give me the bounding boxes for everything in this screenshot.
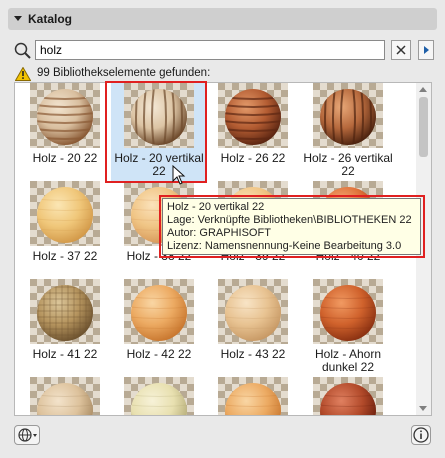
library-item-label: Holz - 20 22 [32,151,98,165]
library-item[interactable]: Holz - 42 22 [111,279,207,377]
material-thumbnail [313,377,383,415]
library-item-label: Holz - 43 22 [220,347,286,361]
material-thumbnail [313,279,383,344]
globe-icon [18,428,37,442]
results-count-text: 99 Bibliothekselemente gefunden: [37,67,211,79]
warning-icon [15,67,31,81]
scrollbar-thumb[interactable] [419,97,428,157]
library-item-label: Holz - 37 22 [32,249,98,263]
play-icon [424,46,429,54]
close-icon [396,45,406,55]
material-thumbnail [218,279,288,344]
material-thumbnail [313,83,383,148]
magnifier-icon [14,42,31,59]
library-item-label: Holz - Ahorn dunkel 22 [314,347,382,374]
library-item[interactable] [17,377,113,415]
library-item[interactable]: Holz - 20 22 [17,83,113,181]
panel-title: Katalog [28,12,73,26]
scroll-up-arrow-icon[interactable] [419,87,427,92]
library-item-label: Holz - 26 22 [220,151,286,165]
library-item[interactable] [205,377,301,415]
library-item[interactable] [111,377,207,415]
material-thumbnail [30,181,100,246]
library-item-label: Holz - 26 vertikal 22 [303,151,393,178]
library-item[interactable]: Holz - Ahorn dunkel 22 [300,279,396,377]
selected-item-highlight [105,81,207,183]
play-button[interactable] [418,40,434,60]
library-item-label: Holz - 42 22 [126,347,192,361]
library-item[interactable]: Holz - 43 22 [205,279,301,377]
collapse-triangle-icon[interactable] [14,16,22,21]
library-item[interactable]: Holz - 26 vertikal 22 [300,83,396,181]
library-item[interactable]: Holz - 37 22 [17,181,113,279]
material-thumbnail [218,377,288,415]
material-thumbnail [218,83,288,148]
library-item[interactable]: Holz - 26 22 [205,83,301,181]
mouse-cursor-icon [172,165,186,185]
material-thumbnail [124,377,194,415]
material-thumbnail [124,279,194,344]
scroll-down-arrow-icon[interactable] [419,406,427,411]
material-thumbnail [30,279,100,344]
material-thumbnail [30,377,100,415]
library-item[interactable] [300,377,396,415]
library-item[interactable]: Holz - 41 22 [17,279,113,377]
info-icon [413,427,429,443]
info-button[interactable] [411,425,431,445]
material-thumbnail [30,83,100,148]
tooltip-highlight [159,195,425,258]
language-button[interactable] [14,425,40,445]
clear-search-button[interactable] [391,40,411,60]
library-item-label: Holz - 41 22 [32,347,98,361]
search-input[interactable] [35,40,385,60]
catalog-panel-header[interactable]: Katalog [8,8,437,30]
